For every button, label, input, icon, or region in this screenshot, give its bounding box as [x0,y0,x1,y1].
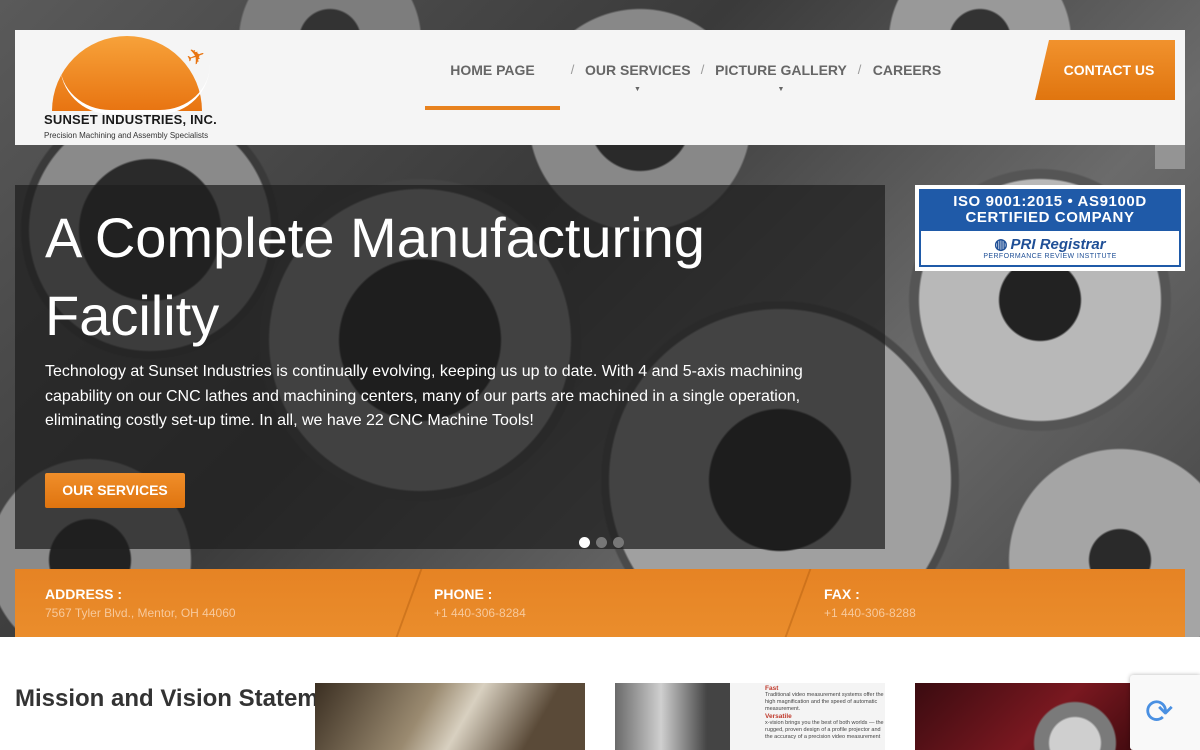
badge-line1: ISO 9001:2015 • AS9100D [953,193,1147,210]
nav-item-services[interactable]: OUR SERVICES ▼ [585,30,691,110]
main-nav: HOME PAGE / OUR SERVICES ▼ / PICTURE GAL… [425,30,942,145]
registrar-label: PRI Registrar [1010,236,1106,253]
badge-line2: CERTIFIED COMPANY [965,209,1135,226]
brochure-text: Fast Traditional video measurement syste… [765,685,885,741]
site-header: ✈ SUNSET INDUSTRIES, INC. Precision Mach… [15,30,1185,145]
nav-item-home[interactable]: HOME PAGE [425,30,560,110]
nav-item-careers[interactable]: CAREERS [872,30,942,110]
fax-block: FAX : +1 440-306-8288 [824,586,916,620]
slider-title: A Complete Manufacturing Facility [45,206,705,347]
recaptcha-badge[interactable]: ⟳ [1130,675,1200,750]
nav-item-label: OUR SERVICES [585,62,691,78]
slider-pagination [579,537,624,548]
fax-label: FAX : [824,586,860,602]
logo-tagline: Precision Machining and Assembly Special… [44,131,209,140]
nav-item-label: CAREERS [872,62,942,78]
lathe-thumbnail[interactable] [315,683,585,750]
slider-text: Technology at Sunset Industries is conti… [45,363,803,429]
nav-item-label: PICTURE GALLERY [715,62,847,78]
recaptcha-icon: ⟳ [1145,693,1174,731]
logo-company-name: SUNSET INDUSTRIES, INC. [44,112,217,127]
badge-registrar: ◍ PRI Registrar PERFORMANCE REVIEW INSTIT… [919,231,1181,267]
phone-label: PHONE : [434,586,493,602]
brochure-paragraph: x-vision brings you the best of both wor… [765,720,884,740]
globe-icon: ◍ [994,236,1008,253]
slider-dot[interactable] [613,537,624,548]
contact-info-bar: ADDRESS : 7567 Tyler Blvd., Mentor, OH 4… [15,569,1185,637]
our-services-button[interactable]: OUR SERVICES [45,473,185,508]
fax-value: +1 440-306-8288 [824,606,916,620]
nav-separator: / [570,62,575,77]
phone-block: PHONE : +1 440-306-8284 [434,586,526,620]
nav-item-label: HOME PAGE [450,62,535,78]
measurement-thumbnail[interactable]: Fast Traditional video measurement syste… [615,683,885,750]
slider-dot[interactable] [579,537,590,548]
nav-separator: / [857,62,862,77]
address-block: ADDRESS : 7567 Tyler Blvd., Mentor, OH 4… [45,586,236,620]
slider-caption: A Complete Manufacturing Facility Techno… [15,185,885,549]
scroll-to-top-button[interactable] [1155,145,1185,169]
iso-certification-badge[interactable]: ISO 9001:2015 • AS9100D CERTIFIED COMPAN… [915,185,1185,271]
phone-value[interactable]: +1 440-306-8284 [434,606,526,620]
address-value: 7567 Tyler Blvd., Mentor, OH 44060 [45,606,236,620]
brochure-heading: Versatile [765,713,792,720]
slider-dot[interactable] [596,537,607,548]
nav-separator: / [700,62,705,77]
mission-heading: Mission and Vision Statement [15,683,355,714]
registrar-subtitle: PERFORMANCE REVIEW INSTITUTE [983,253,1117,260]
measuring-machine-image [615,683,730,750]
mission-heading-light: Mission [15,685,105,712]
caret-down-icon: ▼ [777,86,785,93]
contact-us-button[interactable]: CONTACT US [1035,40,1175,100]
nav-item-gallery[interactable]: PICTURE GALLERY ▼ [715,30,847,110]
brochure-heading: Fast [765,685,779,692]
badge-header: ISO 9001:2015 • AS9100D CERTIFIED COMPAN… [919,189,1181,231]
registrar-name: ◍ PRI Registrar [921,231,1179,253]
brochure-paragraph: Traditional video measurement systems of… [765,692,884,712]
address-label: ADDRESS : [45,586,123,602]
info-divider [395,569,423,637]
company-logo[interactable]: ✈ SUNSET INDUSTRIES, INC. Precision Mach… [42,34,227,144]
info-divider [784,569,812,637]
caret-down-icon: ▼ [634,86,641,93]
